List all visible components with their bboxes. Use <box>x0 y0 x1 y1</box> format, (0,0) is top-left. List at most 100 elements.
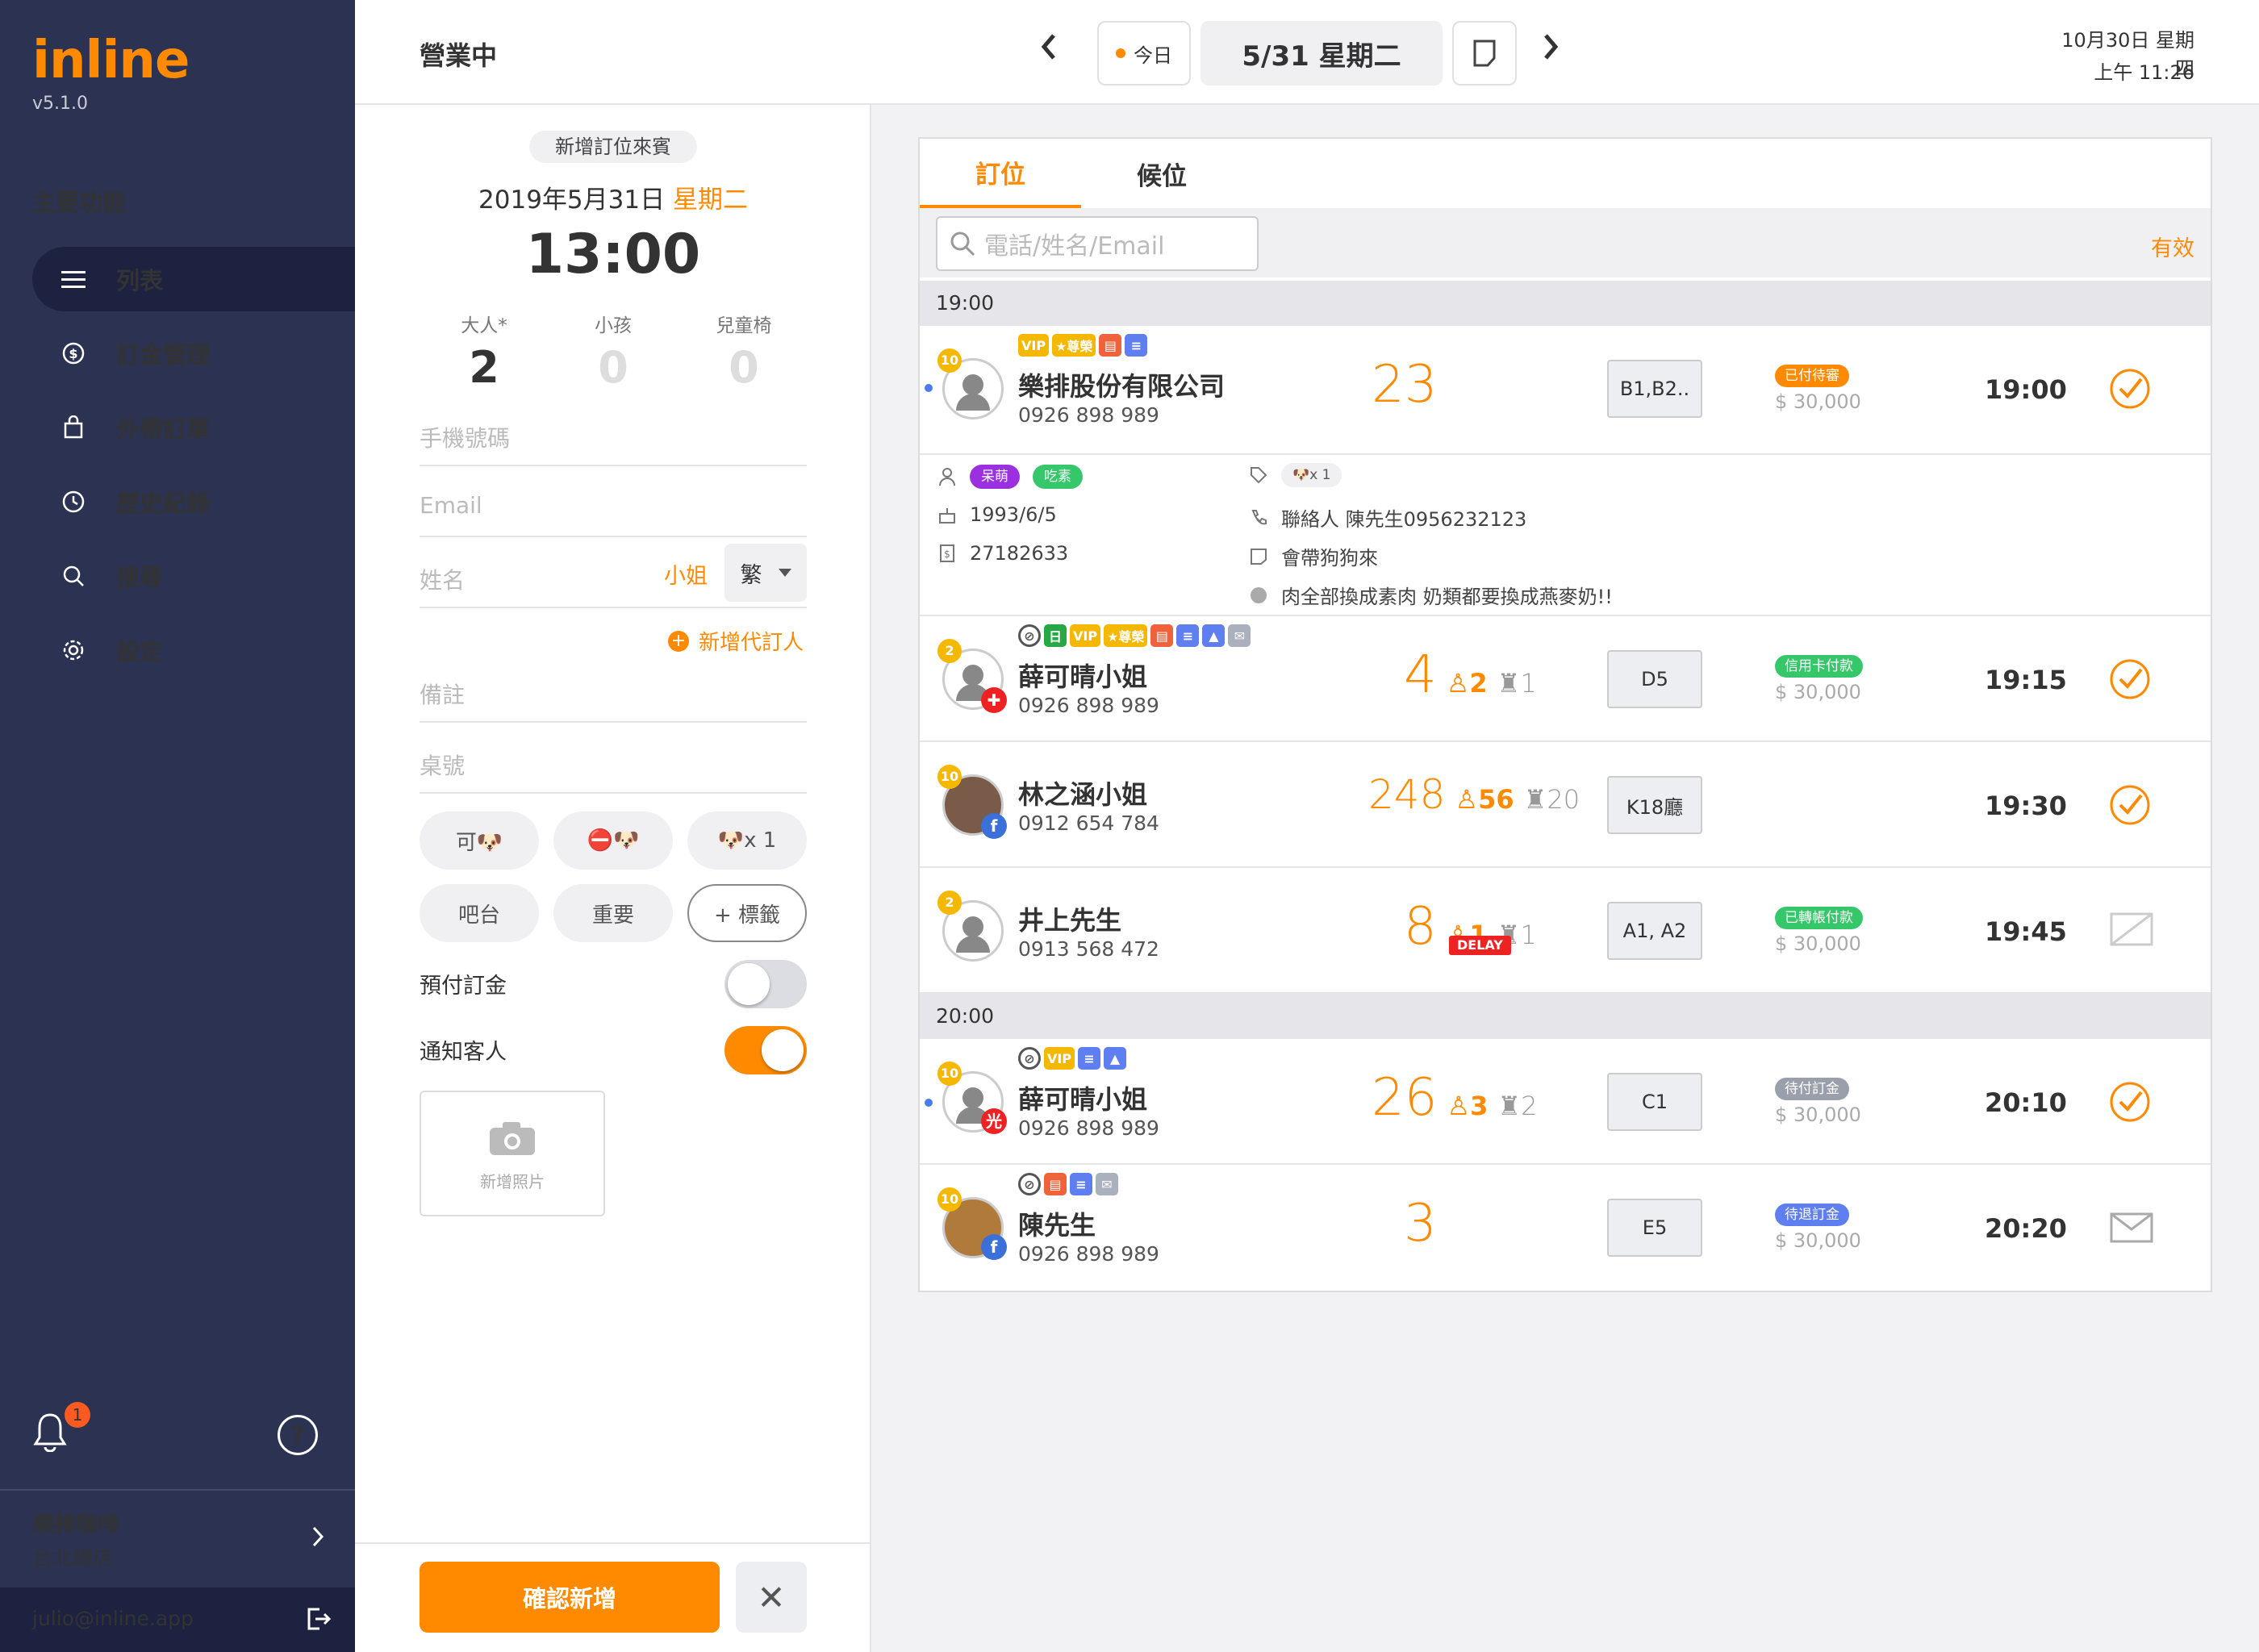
mail-icon: ✉ <box>1096 1173 1118 1195</box>
tag-pet-forbidden[interactable]: ⛔🐶 <box>553 811 673 870</box>
sidebar-item-search[interactable]: 搜尋 <box>32 544 355 608</box>
party-total: 23 <box>1372 355 1438 415</box>
customer-phone: 0926 898 989 <box>1018 694 1159 717</box>
sidebar-item-deposit[interactable]: $ 訂金管理 <box>32 321 355 386</box>
customer-phone: 0926 898 989 <box>1018 403 1159 427</box>
add-photo-button[interactable]: 新增照片 <box>420 1091 605 1216</box>
tag-pet-allowed[interactable]: 可🐶 <box>420 811 539 870</box>
detail-birthday: 1993/6/5 <box>937 503 1057 526</box>
bell-icon[interactable] <box>32 1412 68 1455</box>
detail-tag: 吃素 <box>1033 465 1083 489</box>
chevron-right-icon[interactable] <box>1541 31 1560 71</box>
tag-important[interactable]: 重要 <box>553 884 673 942</box>
cake-icon <box>939 508 955 524</box>
kids-counter[interactable]: 小孩 0 <box>565 310 662 393</box>
time-group-header: 19:00 <box>920 281 2211 326</box>
table-number[interactable]: B1,B2.. <box>1607 360 1702 418</box>
table-field[interactable]: 桌號 <box>420 724 807 794</box>
chevron-left-icon[interactable] <box>1039 31 1059 71</box>
filter-valid[interactable]: 有效 <box>2114 231 2194 262</box>
date-picker-button[interactable]: 5/31 星期二 <box>1200 21 1443 86</box>
check-in-icon[interactable] <box>2109 658 2151 703</box>
kids-value: 0 <box>598 342 628 393</box>
tag-pet-count[interactable]: 🐶x 1 <box>687 811 807 870</box>
check-in-icon[interactable] <box>2109 368 2151 413</box>
language-select[interactable]: 繁 <box>724 544 807 602</box>
no-icon: ⊘ <box>1018 1173 1041 1195</box>
table-number[interactable]: A1, A2 <box>1607 902 1702 960</box>
detail-tag: 呆萌 <box>970 465 1020 489</box>
table-number[interactable]: C1 <box>1607 1073 1702 1131</box>
email-field[interactable]: Email <box>420 468 807 537</box>
level-badge: 10 <box>937 348 962 373</box>
cancel-button[interactable]: ✕ <box>736 1562 807 1633</box>
today-button[interactable]: 今日 <box>1097 21 1191 86</box>
table-number[interactable]: K18廳 <box>1607 776 1702 834</box>
sidebar-item-takeout[interactable]: 外帶訂單 <box>32 395 355 460</box>
mail-icon[interactable] <box>2109 1212 2154 1247</box>
note-icon <box>1473 40 1496 67</box>
add-agent-button[interactable]: + 新增代訂人 <box>668 626 804 656</box>
payment-amount: $ 30,000 <box>1775 681 1861 703</box>
store-switcher[interactable] <box>0 1489 355 1587</box>
no-seat-icon[interactable] <box>2109 912 2154 950</box>
search-icon <box>53 564 94 588</box>
customer-tags: VIP ★尊榮 ▤ ≡ <box>1018 334 1148 357</box>
kids-value: 2 <box>1469 668 1488 699</box>
party-total: 248 <box>1368 771 1446 818</box>
adults-counter[interactable]: 大人* 2 <box>436 310 532 393</box>
search-input[interactable]: 電話/姓名/Email <box>936 216 1259 271</box>
kids-count: ♙3 <box>1447 1091 1489 1121</box>
payment-badge: 已付待審 <box>1775 365 1849 387</box>
highchair-counter[interactable]: 兒童椅 0 <box>695 310 792 393</box>
person-icon <box>939 468 955 486</box>
booking-date[interactable]: 2019年5月31日 星期二 <box>355 179 871 215</box>
today-label: 今日 <box>1134 44 1172 67</box>
tab-reservations[interactable]: 訂位 <box>920 139 1081 208</box>
detail-pet: 🐶x 1 <box>1249 463 1342 487</box>
sidebar-item-label: 搜尋 <box>116 564 164 591</box>
customer-name: 薛可晴小姐 <box>1018 661 1148 692</box>
prepay-toggle[interactable] <box>724 960 807 1008</box>
party-size: 248 ♙56 ♜20 <box>1368 771 1580 818</box>
note-button[interactable] <box>1452 21 1517 86</box>
title-select[interactable]: 小姐 <box>664 558 708 590</box>
coupon-icon: ▤ <box>1044 1173 1067 1195</box>
customer-phone: 0913 568 472 <box>1018 937 1159 961</box>
sidebar-item-label: 列表 <box>116 267 164 294</box>
logout-icon[interactable] <box>305 1605 332 1636</box>
notify-toggle[interactable] <box>724 1026 807 1074</box>
kids-label: 小孩 <box>595 315 632 336</box>
booking-time[interactable]: 13:00 <box>355 223 871 286</box>
sidebar-item-history[interactable]: 歷史紀錄 <box>32 469 355 534</box>
language-value: 繁 <box>740 562 762 588</box>
no-icon: ⊘ <box>1018 624 1041 647</box>
customer-phone: 0912 654 784 <box>1018 811 1159 835</box>
note-field[interactable]: 備註 <box>420 653 807 723</box>
help-button[interactable]: ? <box>278 1415 318 1455</box>
check-in-icon[interactable] <box>2109 784 2151 829</box>
phone-field[interactable]: 手機號碼 <box>420 397 807 466</box>
kids-count: ♙56 <box>1455 784 1514 815</box>
table-number[interactable]: D5 <box>1607 650 1702 708</box>
confirm-button[interactable]: 確認新增 <box>420 1562 720 1633</box>
customer-tags: ⊘ VIP ≡ ▲ <box>1018 1047 1127 1070</box>
booking-date-text: 2019年5月31日 <box>478 186 666 215</box>
light-badge-icon: 光 <box>981 1108 1007 1134</box>
chevron-right-icon <box>311 1525 327 1555</box>
list-icon <box>53 269 94 289</box>
tag-bar[interactable]: 吧台 <box>420 884 539 942</box>
search-placeholder: 電話/姓名/Email <box>984 232 1165 261</box>
table-number[interactable]: E5 <box>1607 1199 1702 1257</box>
detail-tax-id: $ 27182633 <box>937 542 1068 565</box>
tab-waitlist[interactable]: 候位 <box>1081 139 1242 208</box>
add-tag-button[interactable]: + 標籤 <box>687 884 807 942</box>
sidebar-item-settings[interactable]: 設定 <box>32 618 355 682</box>
customer-name: 林之涵小姐 <box>1018 779 1148 810</box>
check-in-icon[interactable] <box>2109 1081 2151 1126</box>
image-icon: ▲ <box>1202 624 1226 647</box>
sidebar-item-list[interactable]: 列表 <box>32 247 355 311</box>
booking-weekday: 星期二 <box>672 186 748 215</box>
detail-tags-row: 呆萌 吃素 <box>937 465 1083 489</box>
mail-icon: ✉ <box>1228 624 1251 647</box>
